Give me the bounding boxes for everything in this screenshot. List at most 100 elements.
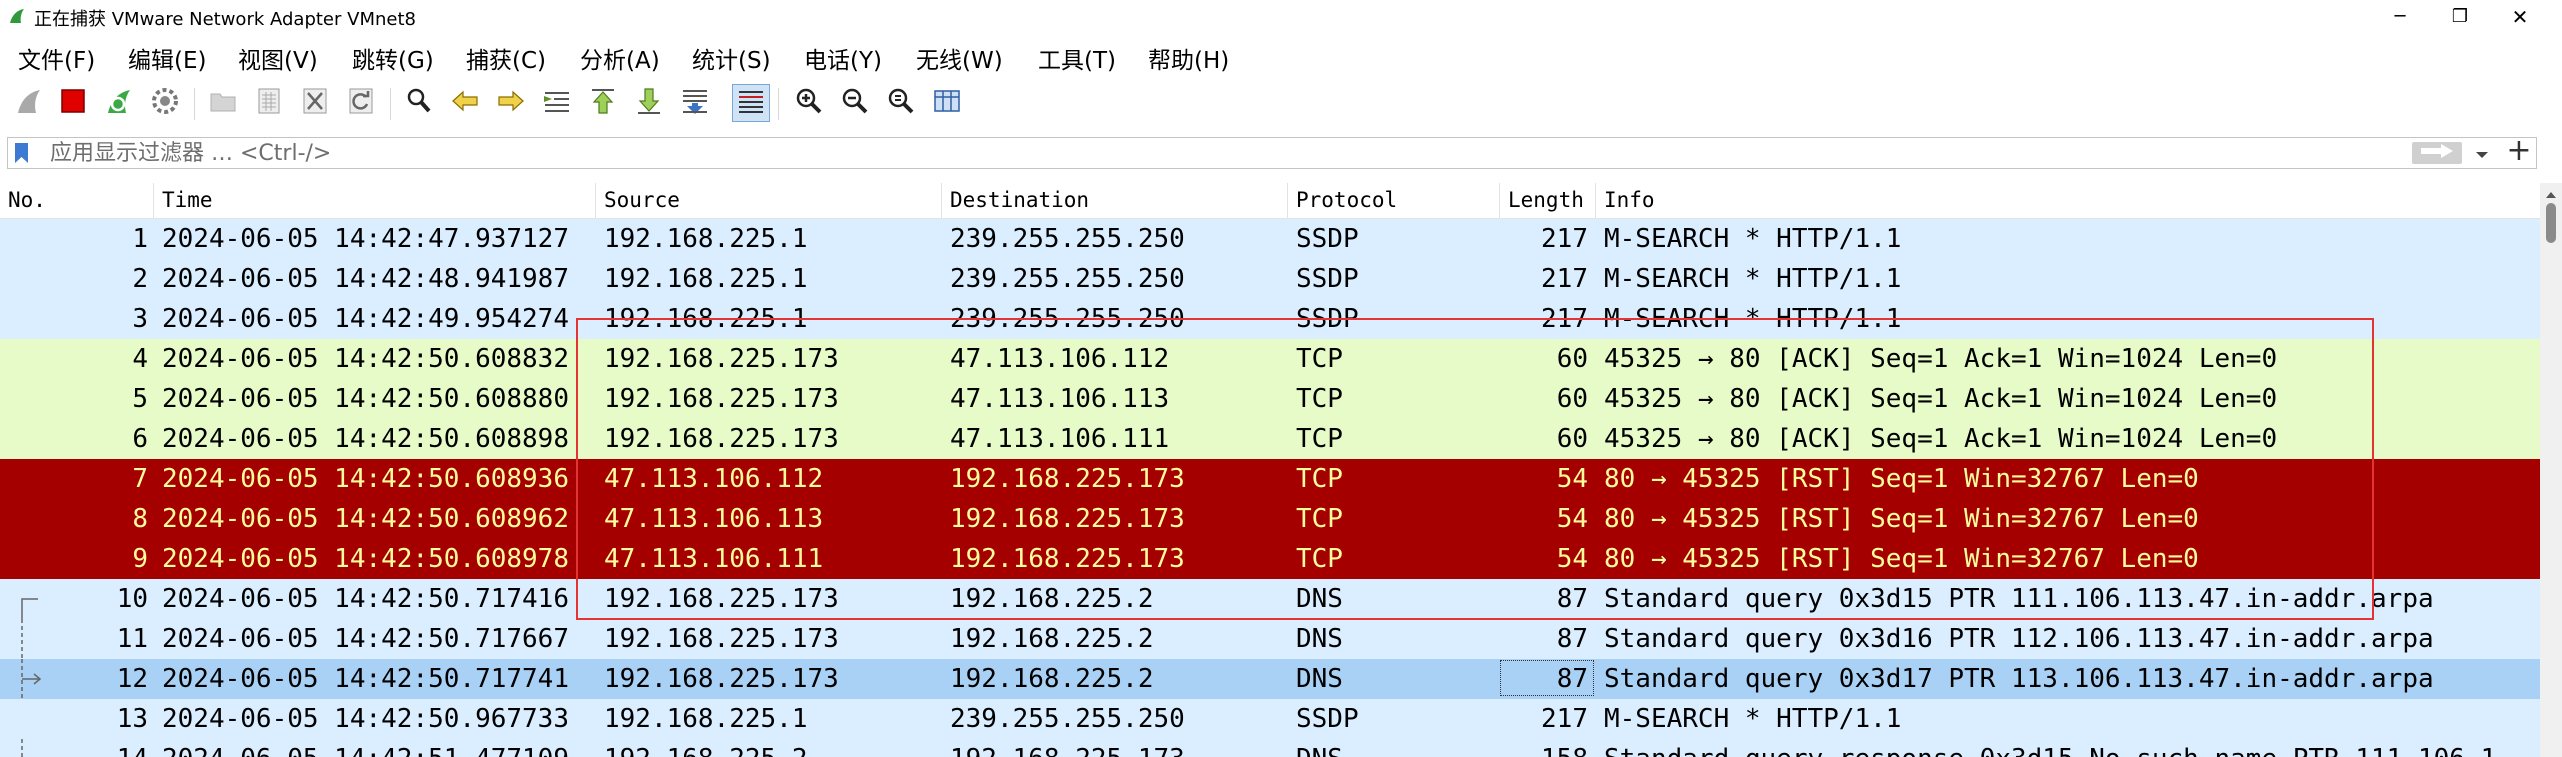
packet-row[interactable]: 10 2024-06-05 14:42:50.717416 192.168.225.… [0,579,2540,619]
packet-length: 54 [1556,544,1588,574]
packet-protocol: SSDP [1296,704,1359,734]
packet-row[interactable]: 7 2024-06-05 14:42:50.608936 47.113.106.11… [0,459,2540,499]
packet-row[interactable]: 4 2024-06-05 14:42:50.608832 192.168.225.1… [0,339,2540,379]
column-header-protocol[interactable]: Protocol [1288,183,1500,218]
packet-info: Standard query 0x3d16 PTR 112.106.113.47… [1604,624,2434,654]
packet-time: 2024-06-05 14:42:47.937127 [162,224,569,254]
column-header-length[interactable]: Length [1500,183,1596,218]
packet-number: 8 [132,504,148,534]
zoom-out-icon [840,86,870,120]
scrollbar-thumb[interactable] [2546,203,2556,243]
apply-filter-button[interactable] [2412,142,2462,164]
reload-icon [346,86,376,120]
go-first-packet-button[interactable] [584,84,622,122]
close-file-button[interactable] [296,84,334,122]
packet-protocol: TCP [1296,424,1343,454]
column-header-time[interactable]: Time [154,183,596,218]
column-header-info[interactable]: Info [1596,183,2540,218]
column-header-no[interactable]: No. [0,183,154,218]
packet-row[interactable]: 8 2024-06-05 14:42:50.608962 47.113.106.11… [0,499,2540,539]
packet-number: 10 [116,584,148,614]
stop-capture-button[interactable] [54,84,92,122]
packet-time: 2024-06-05 14:42:50.608832 [162,344,569,374]
packet-source: 192.168.225.1 [604,304,808,334]
reload-file-button[interactable] [342,84,380,122]
vertical-scrollbar[interactable] [2540,183,2562,757]
save-file-button[interactable] [250,84,288,122]
packet-row[interactable]: 3 2024-06-05 14:42:49.954274 192.168.225.1… [0,299,2540,339]
packet-row[interactable]: 9 2024-06-05 14:42:50.608978 47.113.106.11… [0,539,2540,579]
packet-destination: 192.168.225.173 [950,504,1185,534]
packet-row[interactable]: 11 2024-06-05 14:42:50.717667 192.168.225.… [0,619,2540,659]
packet-time: 2024-06-05 14:42:50.608898 [162,424,569,454]
packet-row[interactable]: 14 2024-06-05 14:42:51.477109 192.168.225.… [0,739,2540,757]
open-file-button[interactable] [204,84,242,122]
packet-info: 45325 → 80 [ACK] Seq=1 Ack=1 Win=1024 Le… [1604,424,2278,454]
stop-icon [59,87,87,119]
column-header-destination[interactable]: Destination [942,183,1288,218]
packet-row[interactable]: 1 2024-06-05 14:42:47.937127 192.168.225.1… [0,219,2540,259]
packet-length: 54 [1556,464,1588,494]
normal-size-button[interactable] [882,84,920,122]
packet-info: M-SEARCH * HTTP/1.1 [1604,264,1902,294]
filter-history-dropdown[interactable] [2470,143,2494,165]
close-icon: ✕ [2511,4,2529,29]
menu-file[interactable]: 文件(F) [18,41,95,75]
packet-length: 217 [1541,264,1588,294]
packet-number: 7 [132,464,148,494]
column-header-source[interactable]: Source [596,183,942,218]
menu-capture[interactable]: 捕获(C) [466,41,546,75]
packet-source: 192.168.225.173 [604,384,839,414]
display-filter-input[interactable] [50,140,2400,166]
add-filter-button[interactable]: + [2504,136,2534,168]
menu-statistics[interactable]: 统计(S) [692,41,771,75]
scroll-up-arrow[interactable] [2540,183,2562,203]
packet-protocol: TCP [1296,504,1343,534]
resize-columns-icon [932,86,962,120]
menu-wireless[interactable]: 无线(W) [916,41,1003,75]
zoom-out-button[interactable] [836,84,874,122]
arrow-up-first-icon [588,86,618,120]
arrow-left-icon [450,86,480,120]
colorize-button[interactable] [732,84,770,122]
packet-number: 9 [132,544,148,574]
restart-capture-button[interactable] [100,84,138,122]
go-forward-button[interactable] [492,84,530,122]
menu-tools[interactable]: 工具(T) [1038,41,1116,75]
auto-scroll-button[interactable] [676,84,714,122]
packet-row[interactable]: 5 2024-06-05 14:42:50.608880 192.168.225.1… [0,379,2540,419]
title-bar: 正在捕获 VMware Network Adapter VMnet8 ─ ❐ ✕ [0,0,2562,33]
close-button[interactable]: ✕ [2490,0,2550,33]
zoom-in-button[interactable] [790,84,828,122]
packet-length: 217 [1541,704,1588,734]
menu-help[interactable]: 帮助(H) [1148,41,1229,75]
packet-protocol: DNS [1296,584,1343,614]
go-back-button[interactable] [446,84,484,122]
packet-number: 12 [116,664,148,694]
packet-row[interactable]: 6 2024-06-05 14:42:50.608898 192.168.225.1… [0,419,2540,459]
packet-row[interactable]: 12 2024-06-05 14:42:50.717741 192.168.225.… [0,659,2540,699]
packet-source: 47.113.106.111 [604,544,824,574]
restore-button[interactable]: ❐ [2430,0,2490,33]
find-packet-button[interactable] [400,84,438,122]
go-to-packet-button[interactable] [538,84,576,122]
menu-edit[interactable]: 编辑(E) [128,41,206,75]
menu-analyze[interactable]: 分析(A) [580,41,660,75]
menu-view[interactable]: 视图(V) [238,41,318,75]
packet-source: 192.168.225.173 [604,624,839,654]
packet-time: 2024-06-05 14:42:50.717741 [162,664,569,694]
menu-go[interactable]: 跳转(G) [352,41,434,75]
start-capture-button[interactable] [10,84,48,122]
gear-icon [150,86,180,120]
packet-row[interactable]: 2 2024-06-05 14:42:48.941987 192.168.225.1… [0,259,2540,299]
packet-row[interactable]: 13 2024-06-05 14:42:50.967733 192.168.225.… [0,699,2540,739]
packet-info: 80 → 45325 [RST] Seq=1 Win=32767 Len=0 [1604,464,2199,494]
menu-telephony[interactable]: 电话(Y) [804,41,882,75]
minimize-button[interactable]: ─ [2370,0,2430,33]
resize-columns-button[interactable] [928,84,966,122]
bookmark-icon[interactable] [11,141,33,169]
capture-options-button[interactable] [146,84,184,122]
packet-info: M-SEARCH * HTTP/1.1 [1604,304,1902,334]
packet-protocol: DNS [1296,624,1343,654]
go-last-packet-button[interactable] [630,84,668,122]
